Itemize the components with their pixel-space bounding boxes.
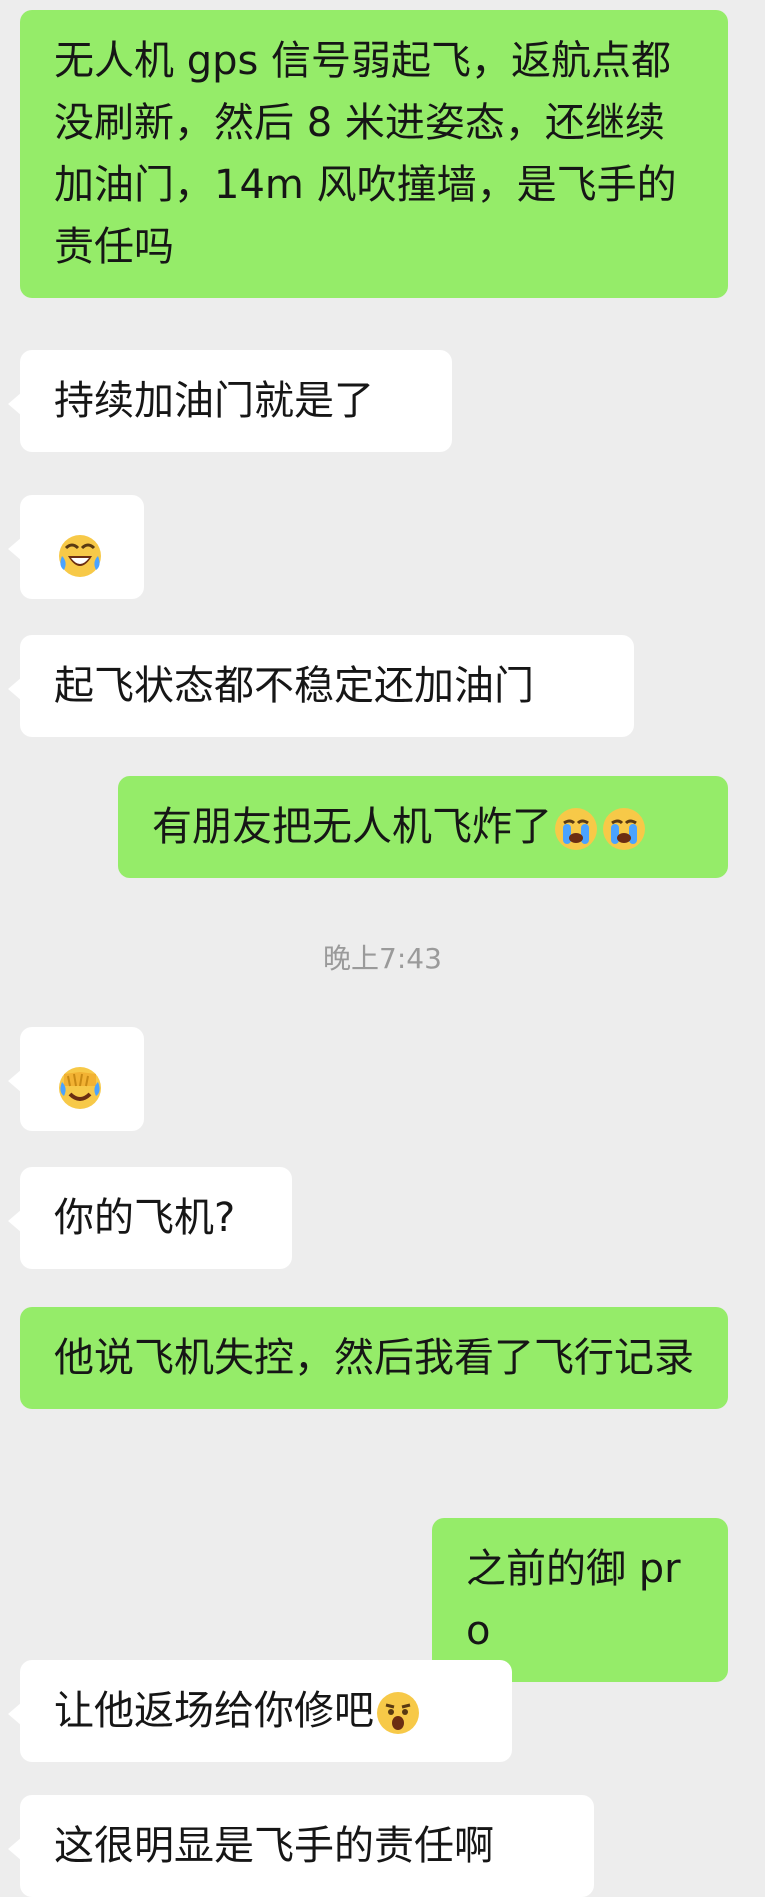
message-bubble-sent[interactable]: 他说飞机失控，然后我看了飞行记录 xyxy=(20,1307,728,1409)
hushed-face-emoji xyxy=(374,1689,422,1737)
message-text: 他说飞机失控，然后我看了飞行记录 xyxy=(54,1335,694,1381)
message-bubble-received[interactable] xyxy=(8,495,144,599)
message-text: 无人机 gps 信号弱起飞，返航点都没刷新，然后 8 米进姿态，还继续加油门，1… xyxy=(54,38,677,270)
loudly-crying-emoji xyxy=(552,805,600,853)
tears-of-joy-emoji xyxy=(56,532,104,580)
message-bubble-received[interactable]: 让他返场给你修吧 xyxy=(8,1660,512,1762)
message-text: 之前的御 pro xyxy=(466,1546,681,1654)
message-text: 让他返场给你修吧 xyxy=(54,1688,374,1734)
message-bubble-received[interactable] xyxy=(8,1027,144,1131)
message-timestamp: 晚上7:43 xyxy=(323,942,442,975)
message-bubble-sent[interactable]: 无人机 gps 信号弱起飞，返航点都没刷新，然后 8 米进姿态，还继续加油门，1… xyxy=(20,10,728,298)
message-text: 有朋友把无人机飞炸了 xyxy=(152,804,552,850)
message-bubble-received[interactable]: 起飞状态都不稳定还加油门 xyxy=(8,635,634,737)
loudly-crying-emoji xyxy=(600,805,648,853)
facepalm-emoji xyxy=(56,1064,104,1112)
message-text: 持续加油门就是了 xyxy=(54,378,374,424)
message-bubble-received[interactable]: 持续加油门就是了 xyxy=(8,350,452,452)
message-text: 这很明显是飞手的责任啊 xyxy=(54,1823,494,1869)
message-bubble-received[interactable]: 这很明显是飞手的责任啊 xyxy=(8,1795,594,1897)
message-bubble-received[interactable]: 你的飞机? xyxy=(8,1167,292,1269)
chat-thread: 无人机 gps 信号弱起飞，返航点都没刷新，然后 8 米进姿态，还继续加油门，1… xyxy=(0,0,765,1897)
message-text: 你的飞机? xyxy=(54,1195,236,1241)
message-bubble-sent[interactable]: 有朋友把无人机飞炸了 xyxy=(118,776,728,878)
message-text: 起飞状态都不稳定还加油门 xyxy=(54,663,534,709)
message-bubble-sent[interactable]: 之前的御 pro xyxy=(432,1518,728,1682)
